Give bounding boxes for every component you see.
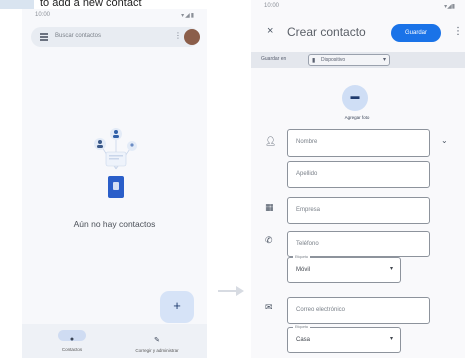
create-contact-screen: 10:00 ▾◢▮ × Crear contacto Guardar ⋮ Gua…: [251, 0, 465, 358]
email-icon: ✉: [265, 302, 273, 312]
first-name-placeholder: Nombre: [296, 139, 318, 145]
phone-device-icon: ▮: [312, 58, 316, 64]
save-button[interactable]: Guardar: [391, 24, 441, 42]
nav-item-label: Corregir y administrar: [135, 348, 179, 353]
add-icon: +: [173, 298, 181, 313]
contacts-list-screen: 10:00 ▾◢▮ Buscar contactos ⋮ Aún no hay …: [22, 9, 207, 358]
search-bar[interactable]: Buscar contactos ⋮: [31, 27, 200, 47]
phone-field[interactable]: Teléfono: [287, 231, 430, 257]
dropdown-legend: Etiqueta: [293, 255, 310, 259]
last-name-field[interactable]: Apellido: [287, 161, 430, 188]
last-name-placeholder: Apellido: [296, 171, 318, 177]
email-placeholder: Correo electrónico: [296, 307, 346, 313]
company-icon: ▦: [265, 202, 274, 212]
menu-icon[interactable]: [40, 33, 48, 41]
email-field[interactable]: Correo electrónico: [287, 297, 430, 324]
save-to-bar: Guardar en ▮ Dispositivo ▾: [251, 52, 465, 68]
status-icons: ▾◢▮: [444, 4, 455, 10]
person-icon: 👤︎: [265, 136, 277, 146]
phone-label-dropdown[interactable]: Etiqueta Móvil ▾: [287, 255, 401, 283]
caption: to add a new contact: [0, 0, 200, 9]
person-icon: ●: [69, 336, 75, 343]
phone-placeholder: Teléfono: [296, 241, 319, 247]
empty-contacts-illustration-icon: [94, 128, 137, 198]
more-vert-icon[interactable]: ⋮: [174, 31, 182, 40]
image-icon: ▬: [350, 91, 360, 101]
status-bar: 10:00 ▾◢▮: [22, 9, 207, 23]
more-vert-icon[interactable]: ⋮: [453, 26, 463, 37]
status-bar: 10:00 ▾◢▮: [251, 0, 465, 14]
nav-item-corregir[interactable]: ✎ Corregir y administrar: [117, 328, 197, 353]
search-input[interactable]: Buscar contactos: [55, 33, 101, 39]
account-name: Dispositivo: [321, 57, 346, 63]
dropdown-value: Móvil: [296, 267, 311, 273]
nav-item-contactos[interactable]: ● Contactos: [32, 328, 112, 352]
email-label-dropdown[interactable]: Etiqueta Casa ▾: [287, 325, 401, 353]
chevron-down-icon: ▾: [382, 57, 386, 63]
caption-swatch: [0, 0, 34, 9]
save-to-label: Guardar en: [261, 56, 287, 62]
status-time: 10:00: [35, 12, 51, 18]
bottom-navigation: ● Contactos ✎ Corregir y administrar: [22, 324, 207, 358]
avatar[interactable]: [184, 29, 200, 45]
add-contact-button[interactable]: +: [160, 291, 194, 323]
status-icons: ▾◢▮: [181, 13, 195, 19]
caret-down-icon: ▾: [389, 266, 393, 272]
chevron-down-icon[interactable]: ⌄: [441, 136, 448, 145]
first-name-field[interactable]: Nombre: [287, 129, 430, 157]
account-selector[interactable]: ▮ Dispositivo ▾: [308, 54, 390, 66]
caption-text: to add a new contact: [40, 0, 142, 9]
caret-down-icon: ▾: [389, 336, 393, 342]
arrow-right-icon: [218, 286, 244, 296]
company-field[interactable]: Empresa: [287, 197, 430, 224]
app-bar: × Crear contacto Guardar ⋮: [251, 22, 465, 44]
wrench-icon: ✎: [154, 337, 160, 344]
dropdown-value: Casa: [296, 337, 311, 343]
dropdown-legend: Etiqueta: [293, 325, 310, 329]
add-photo-label: Agregar foto: [344, 115, 370, 120]
empty-state-text: Aún no hay contactos: [73, 219, 156, 229]
page-title: Crear contacto: [287, 25, 366, 39]
close-icon[interactable]: ×: [267, 25, 273, 37]
status-time: 10:00: [264, 3, 280, 9]
add-photo-button[interactable]: ▬: [342, 85, 368, 111]
nav-item-label: Contactos: [61, 347, 83, 352]
phone-icon: ✆: [265, 235, 273, 245]
company-placeholder: Empresa: [296, 207, 321, 213]
